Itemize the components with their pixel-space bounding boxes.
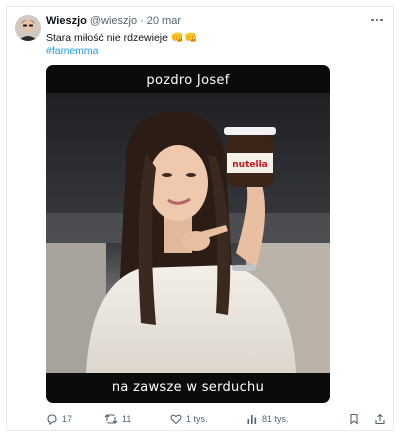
like-button[interactable]: 1 tys. bbox=[170, 413, 208, 425]
action-bar: 17 11 1 tys. 81 tys. bbox=[46, 413, 391, 427]
tweet-header: Wieszjo @wieszjo · 20 mar bbox=[46, 15, 181, 27]
share-button[interactable] bbox=[374, 413, 386, 425]
tweet-text: Stara miłość nie rdzewieje 👊👊 bbox=[46, 32, 198, 44]
more-icon[interactable] bbox=[369, 13, 385, 27]
separator-dot: · bbox=[140, 15, 144, 27]
retweet-icon bbox=[104, 414, 118, 424]
bookmark-button[interactable] bbox=[348, 413, 360, 425]
reply-button[interactable]: 17 bbox=[46, 413, 72, 425]
media-caption-top: pozdro Josef bbox=[146, 73, 230, 88]
like-count: 1 tys. bbox=[186, 414, 208, 424]
hashtag-link[interactable]: #famemma bbox=[46, 45, 99, 57]
media-caption-bottom: na zawsze w serduchu bbox=[111, 380, 265, 395]
jar-label: nutella bbox=[232, 160, 267, 170]
views-icon bbox=[247, 415, 257, 424]
views-button[interactable]: 81 tys. bbox=[246, 413, 289, 425]
reply-icon bbox=[47, 414, 57, 425]
views-count: 81 tys. bbox=[262, 414, 289, 424]
tweet-card[interactable]: Wieszjo @wieszjo · 20 mar Stara miłość n… bbox=[6, 6, 394, 431]
tweet-media[interactable]: pozdro Josef nutella na zawsze w serduch… bbox=[46, 65, 330, 403]
author-name[interactable]: Wieszjo bbox=[46, 15, 87, 27]
author-handle[interactable]: @wieszjo bbox=[90, 15, 137, 27]
retweet-count: 11 bbox=[122, 414, 132, 424]
like-icon bbox=[170, 414, 182, 425]
share-icon bbox=[375, 413, 385, 425]
avatar[interactable] bbox=[15, 15, 41, 41]
retweet-button[interactable]: 11 bbox=[104, 413, 131, 425]
reply-count: 17 bbox=[62, 414, 73, 424]
bookmark-icon bbox=[350, 413, 358, 425]
tweet-date[interactable]: 20 mar bbox=[147, 15, 181, 27]
video-frame: nutella bbox=[46, 93, 330, 373]
